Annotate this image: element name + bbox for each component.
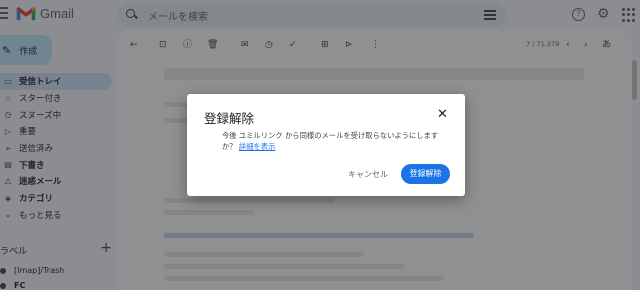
close-icon[interactable]: ✕ [437,108,448,121]
details-link[interactable]: 詳細を表示 [239,142,275,151]
dialog-message: 今後 ユミルリンク から同様のメールを受け取らないようにしますか？ 詳細を表示 [222,130,452,152]
cancel-button[interactable]: キャンセル [343,165,393,184]
unsubscribe-dialog: 登録解除 ✕ 今後 ユミルリンク から同様のメールを受け取らないようにしますか？… [187,94,465,196]
dialog-title: 登録解除 [204,111,255,126]
unsubscribe-button[interactable]: 登録解除 [401,164,450,184]
